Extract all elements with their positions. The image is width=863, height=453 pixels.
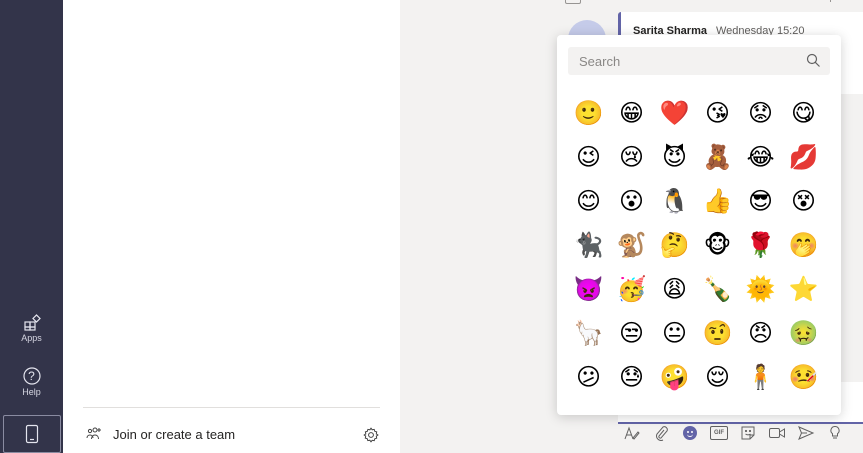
emoji-item[interactable]: 😓 (610, 356, 653, 400)
apps-icon (23, 314, 41, 331)
emoji-item[interactable]: 😈 (653, 136, 696, 180)
emoji-item[interactable]: 😐 (653, 312, 696, 356)
emoji-item[interactable]: 😟 (739, 92, 782, 136)
emoji-picker: Search 🙂 😁 ❤️ 😘 😟 😋 😉 😢 😈 🧸 😂 💋 😊 😮 🐧 👍 😎 😵 🐈‍⬛ 🐒 🤔 🐵 🌹 🤭 👿 🥳 😩 🍾 🌞 ⭐… (557, 35, 841, 415)
praise-button[interactable] (826, 424, 844, 442)
emoji-button[interactable] (681, 424, 699, 442)
emoji-item[interactable]: 🥳 (610, 268, 653, 312)
emoji-item[interactable]: 😮 (610, 180, 653, 224)
send-icon (798, 426, 815, 440)
mobile-device-icon (25, 424, 38, 443)
teams-panel: Join or create a team (63, 0, 400, 453)
compose-toolbar: GIF (623, 424, 855, 442)
format-icon (624, 426, 640, 440)
emoji-item[interactable]: 🧸 (696, 136, 739, 180)
emoji-item[interactable]: 🤔 (653, 224, 696, 268)
emoji-item[interactable]: 🐵 (696, 224, 739, 268)
emoji-item[interactable]: 🤨 (696, 312, 739, 356)
emoji-item[interactable]: 🤭 (782, 224, 825, 268)
sticker-button[interactable] (739, 424, 757, 442)
apps-label: Apps (21, 333, 42, 343)
emoji-item[interactable]: 🤪 (653, 356, 696, 400)
join-create-team-button[interactable]: Join or create a team (85, 426, 235, 442)
help-label: Help (22, 387, 41, 397)
emoji-item[interactable]: 🐒 (610, 224, 653, 268)
emoji-item[interactable]: 😒 (610, 312, 653, 356)
emoji-item[interactable]: 👿 (567, 268, 610, 312)
top-checkbox-icon (565, 0, 581, 4)
emoji-search-input[interactable]: Search (568, 47, 830, 75)
emoji-item[interactable]: 🙂 (567, 92, 610, 136)
emoji-item[interactable]: 😢 (610, 136, 653, 180)
settings-button[interactable] (361, 425, 381, 445)
gif-button[interactable]: GIF (710, 424, 728, 442)
emoji-item[interactable]: 🦙 (567, 312, 610, 356)
video-camera-icon (769, 428, 785, 438)
attach-button[interactable] (652, 424, 670, 442)
emoji-item[interactable]: 🤒 (782, 356, 825, 400)
emoji-item[interactable]: 😌 (696, 356, 739, 400)
panel-divider (83, 407, 380, 408)
emoji-item[interactable]: 😋 (782, 92, 825, 136)
emoji-item[interactable]: 😎 (739, 180, 782, 224)
lightbulb-icon (830, 425, 840, 439)
top-right-icon (830, 0, 839, 2)
emoji-item[interactable]: 😉 (567, 136, 610, 180)
emoji-item[interactable]: 🤢 (782, 312, 825, 356)
emoji-item[interactable]: 😵 (782, 180, 825, 224)
emoji-item[interactable]: 😊 (567, 180, 610, 224)
emoji-item[interactable]: 😂 (739, 136, 782, 180)
emoji-search-placeholder: Search (579, 54, 621, 69)
device-button[interactable] (0, 414, 63, 453)
emoji-item[interactable]: 💋 (782, 136, 825, 180)
gif-icon: GIF (710, 426, 728, 440)
help-glyph: ? (28, 369, 35, 383)
app-rail: Apps ? Help (0, 0, 63, 453)
emoji-item[interactable]: 🧍 (739, 356, 782, 400)
join-create-team-label: Join or create a team (113, 426, 236, 442)
emoji-item[interactable]: ⭐ (782, 268, 825, 312)
emoji-grid: 🙂 😁 ❤️ 😘 😟 😋 😉 😢 😈 🧸 😂 💋 😊 😮 🐧 👍 😎 😵 🐈‍⬛ 🐒 🤔 🐵 🌹 🤭 👿 🥳 😩 🍾 🌞 ⭐ 🦙 😒 😐 🤨 😠 🤢 😕… (567, 92, 825, 400)
emoji-item[interactable]: 😁 (610, 92, 653, 136)
meet-now-button[interactable] (768, 424, 786, 442)
emoji-item[interactable]: 🌹 (739, 224, 782, 268)
search-icon (806, 53, 820, 67)
apps-button[interactable]: Apps (0, 314, 63, 343)
emoji-item[interactable]: ❤️ (653, 92, 696, 136)
emoji-item[interactable]: 🍾 (696, 268, 739, 312)
send-button[interactable] (797, 424, 815, 442)
emoji-item[interactable]: 🐈‍⬛ (567, 224, 610, 268)
emoji-item[interactable]: 👍 (696, 180, 739, 224)
emoji-item[interactable]: 🐧 (653, 180, 696, 224)
gear-icon (363, 427, 379, 443)
format-button[interactable] (623, 424, 641, 442)
help-button[interactable]: ? Help (0, 366, 63, 397)
sticker-icon (741, 426, 755, 440)
emoji-item[interactable]: 😩 (653, 268, 696, 312)
emoji-item[interactable]: 🌞 (739, 268, 782, 312)
paperclip-icon (656, 426, 668, 441)
join-team-icon (85, 426, 103, 442)
emoji-icon (683, 426, 697, 440)
emoji-item[interactable]: 😕 (567, 356, 610, 400)
emoji-item[interactable]: 😘 (696, 92, 739, 136)
emoji-item[interactable]: 😠 (739, 312, 782, 356)
